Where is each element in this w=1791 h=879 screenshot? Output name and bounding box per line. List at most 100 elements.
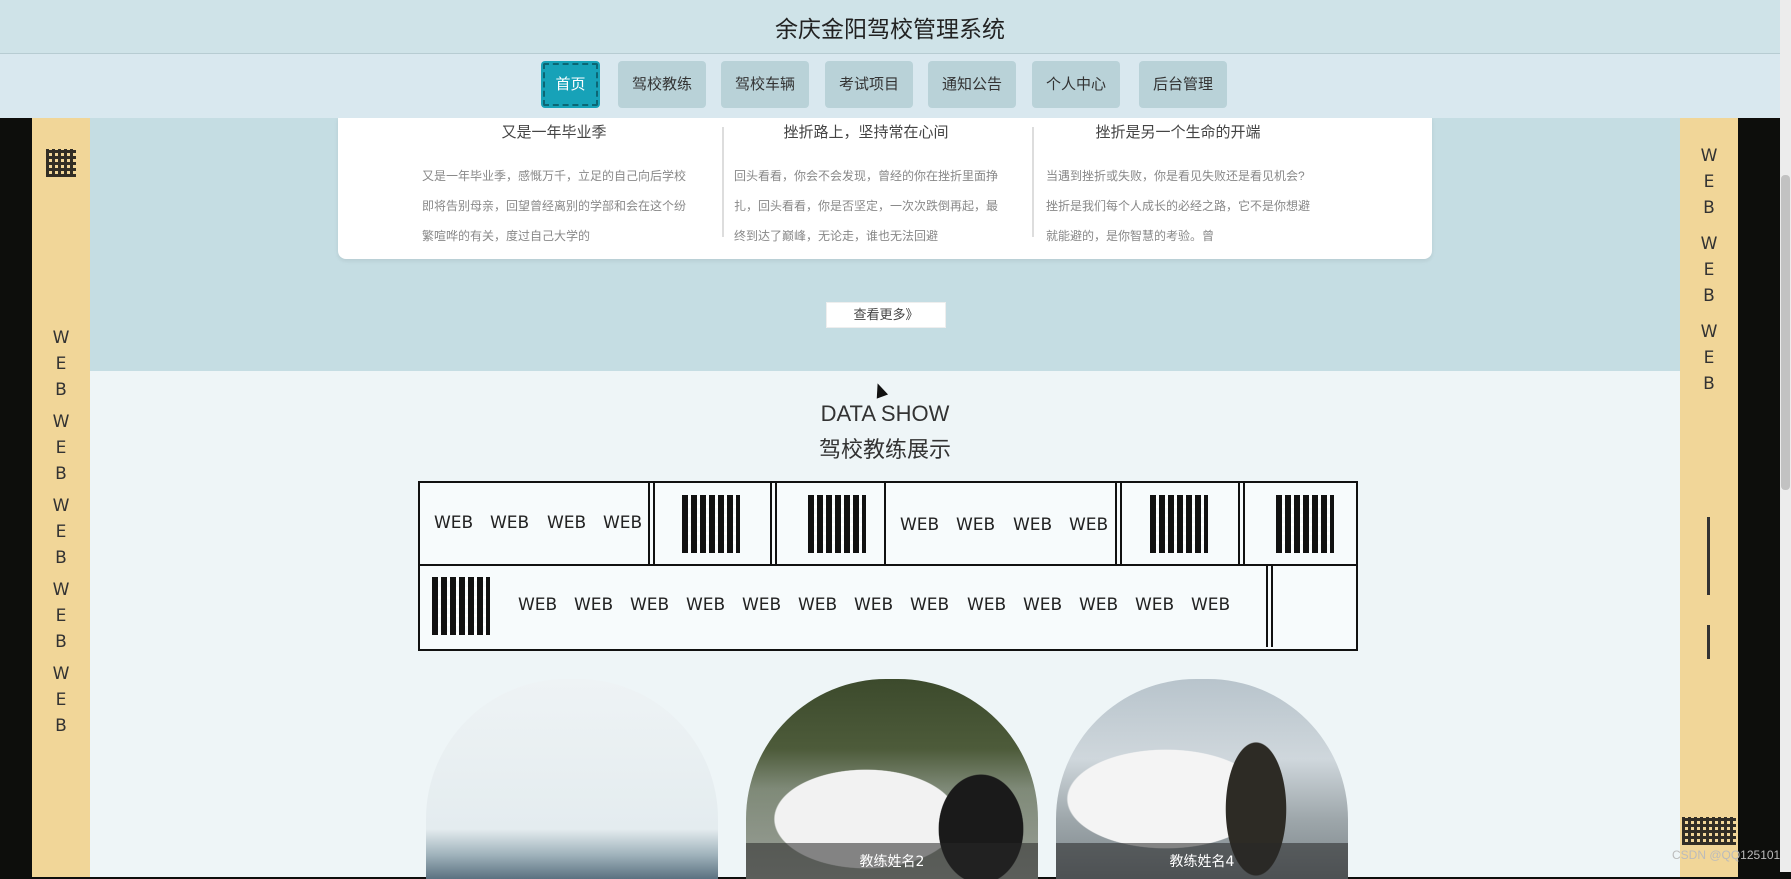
side-letter: B (55, 548, 67, 568)
qr-code-icon (432, 577, 490, 635)
side-qr-icon (1682, 817, 1736, 845)
news-item[interactable]: 挫折是另一个生命的开端 当遇到挫折或失败，你是看见失败还是看见机会?挫折是我们每… (1028, 117, 1328, 259)
web-label: WEB (854, 595, 894, 615)
side-letter: W (52, 328, 70, 348)
side-letter: E (1703, 348, 1715, 368)
nav-notices[interactable]: 通知公告 (928, 61, 1016, 108)
web-label: WEB (434, 513, 474, 533)
side-letter: B (55, 380, 67, 400)
section-title-en: DATA SHOW (820, 401, 950, 426)
web-label: WEB (956, 515, 996, 535)
grid-col-divider (1243, 483, 1245, 564)
side-qr-icon (46, 149, 76, 177)
news-card: 又是一年毕业季 又是一年毕业季，感慨万千，立足的自己向后学校即将告别母亲，回望曾… (338, 117, 1432, 259)
side-bar-mark (1707, 517, 1710, 595)
right-side-banner: W E B W E B W E B (1680, 117, 1738, 877)
side-letter: E (55, 438, 67, 458)
section-title-cn: 驾校教练展示 (818, 438, 951, 463)
web-label: WEB (574, 595, 614, 615)
web-label: WEB (630, 595, 670, 615)
qr-code-icon (808, 495, 866, 553)
web-label: WEB (742, 595, 782, 615)
qr-code-icon (682, 495, 740, 553)
web-label: WEB (1013, 515, 1053, 535)
web-label: WEB (967, 595, 1007, 615)
web-placeholder-grid: WEB WEB WEB WEB WEB WEB WEB WEB WEB WEB … (418, 481, 1358, 651)
app-header: 余庆金阳驾校管理系统 (0, 0, 1780, 54)
main-nav: 首页 驾校教练 驾校车辆 考试项目 通知公告 个人中心 后台管理 (0, 54, 1780, 118)
web-label: WEB (547, 513, 587, 533)
coach-photo (426, 679, 718, 879)
nav-vehicles[interactable]: 驾校车辆 (721, 61, 809, 108)
coach-card[interactable] (426, 679, 718, 879)
web-label: WEB (603, 513, 643, 533)
web-label: WEB (900, 515, 940, 535)
web-label: WEB (1079, 595, 1119, 615)
news-body: 当遇到挫折或失败，你是看见失败还是看见机会?挫折是我们每个人成长的必经之路，它不… (1046, 169, 1311, 243)
side-letter: E (1703, 172, 1715, 192)
news-title[interactable]: 又是一年毕业季 (404, 121, 704, 142)
news-body: 又是一年毕业季，感慨万千，立足的自己向后学校即将告别母亲，回望曾经离别的学部和会… (422, 169, 687, 243)
side-bar-mark (1707, 625, 1710, 659)
coach-name: 教练姓名2 (859, 854, 925, 870)
web-label: WEB (798, 595, 838, 615)
news-title[interactable]: 挫折路上，坚持常在心间 (716, 121, 1016, 142)
side-letter: W (52, 412, 70, 432)
grid-col-divider (648, 483, 650, 564)
grid-col-divider (1266, 566, 1268, 647)
side-letter: B (1703, 286, 1715, 306)
side-letter: W (1700, 146, 1718, 166)
grid-col-divider (1271, 566, 1273, 647)
news-section: 又是一年毕业季 又是一年毕业季，感慨万千，立足的自己向后学校即将告别母亲，回望曾… (90, 117, 1680, 371)
left-vertical-text: W E B W E B W E B W E B W E B (32, 325, 90, 739)
grid-col-divider (1238, 483, 1240, 564)
web-label: WEB (1023, 595, 1063, 615)
qr-code-icon (1150, 495, 1208, 553)
coach-name: 教练姓名4 (1169, 854, 1235, 870)
page: W E B W E B W E B W E B W E B W E B W E … (0, 0, 1791, 879)
side-letter: E (55, 606, 67, 626)
news-body: 回头看看，你会不会发现，曾经的你在挫折里面挣扎，回头看看，你是否坚定，一次次跌倒… (734, 169, 999, 243)
scrollbar-thumb[interactable] (1781, 175, 1790, 490)
web-label: WEB (490, 513, 530, 533)
grid-col-divider (770, 483, 772, 564)
site-title: 余庆金阳驾校管理系统 (775, 17, 1005, 43)
side-letter: W (52, 496, 70, 516)
side-letter: W (52, 664, 70, 684)
news-item[interactable]: 又是一年毕业季 又是一年毕业季，感慨万千，立足的自己向后学校即将告别母亲，回望曾… (404, 117, 704, 259)
side-letter: E (55, 522, 67, 542)
side-letter: W (52, 580, 70, 600)
nav-coaches[interactable]: 驾校教练 (618, 61, 706, 108)
side-letter: E (55, 690, 67, 710)
web-label: WEB (1191, 595, 1231, 615)
main-content: 又是一年毕业季 又是一年毕业季，感慨万千，立足的自己向后学校即将告别母亲，回望曾… (90, 117, 1680, 879)
side-letter: B (1703, 374, 1715, 394)
nav-home[interactable]: 首页 (541, 61, 600, 108)
nav-exam-items[interactable]: 考试项目 (825, 61, 913, 108)
web-label: WEB (910, 595, 950, 615)
grid-col-divider (884, 483, 886, 564)
nav-profile[interactable]: 个人中心 (1032, 61, 1120, 108)
side-letter: E (1703, 260, 1715, 280)
left-dark-margin (0, 117, 32, 877)
right-dark-margin (1738, 117, 1780, 877)
qr-code-icon (1276, 495, 1334, 553)
coach-card[interactable]: 教练姓名2 (746, 679, 1038, 879)
web-label: WEB (1135, 595, 1175, 615)
news-item[interactable]: 挫折路上，坚持常在心间 回头看看，你会不会发现，曾经的你在挫折里面挣扎，回头看看… (716, 117, 1016, 259)
web-label: WEB (686, 595, 726, 615)
web-label: WEB (518, 595, 558, 615)
watermark: CSDN @QQ1251015 (1672, 848, 1787, 862)
grid-col-divider (653, 483, 655, 564)
coach-card[interactable]: 教练姓名4 (1056, 679, 1348, 879)
side-letter: B (55, 632, 67, 652)
news-title[interactable]: 挫折是另一个生命的开端 (1028, 121, 1328, 142)
grid-col-divider (1120, 483, 1122, 564)
grid-col-divider (1115, 483, 1117, 564)
side-letter: E (55, 354, 67, 374)
side-letter: B (55, 716, 67, 736)
nav-admin[interactable]: 后台管理 (1139, 61, 1227, 108)
side-letter: W (1700, 322, 1718, 342)
grid-col-divider (775, 483, 777, 564)
view-more-button[interactable]: 查看更多》 (826, 302, 946, 328)
